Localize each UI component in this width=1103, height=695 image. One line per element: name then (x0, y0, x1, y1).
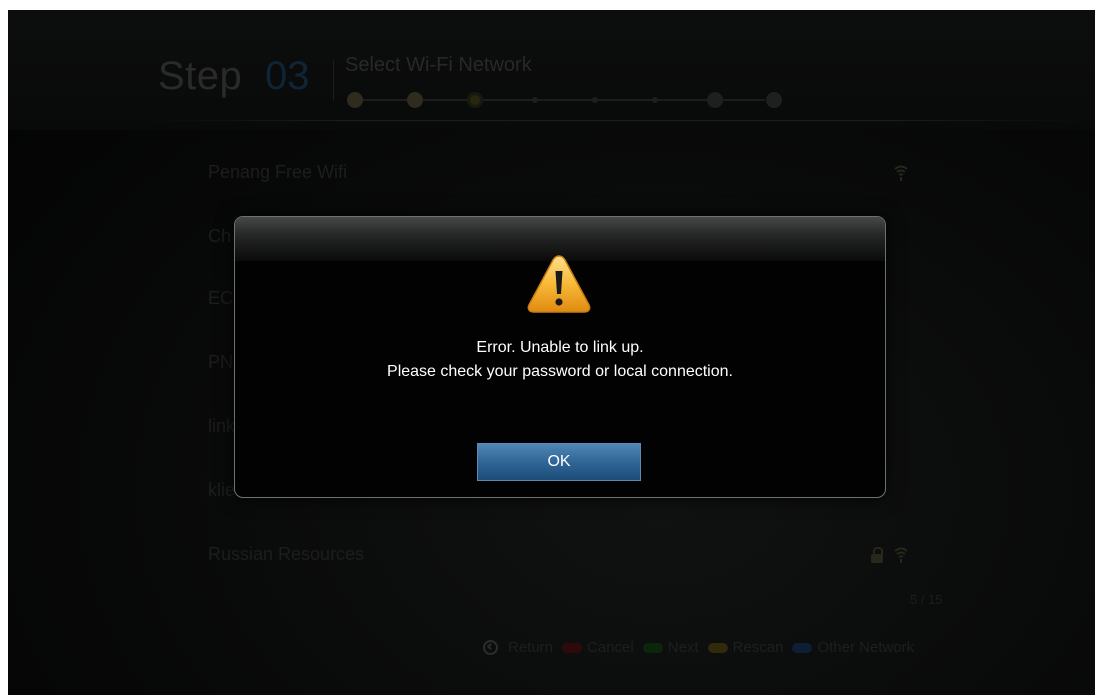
ok-button[interactable]: OK (477, 443, 641, 481)
warning-icon (527, 255, 591, 313)
setup-screen: Step 03 Select Wi-Fi Network Penang Free… (8, 10, 1095, 695)
error-message-title: Error. Unable to link up. (476, 339, 644, 356)
error-dialog: Error. Unable to link up. Please check y… (234, 216, 886, 498)
error-message-detail: Please check your password or local conn… (387, 363, 733, 380)
